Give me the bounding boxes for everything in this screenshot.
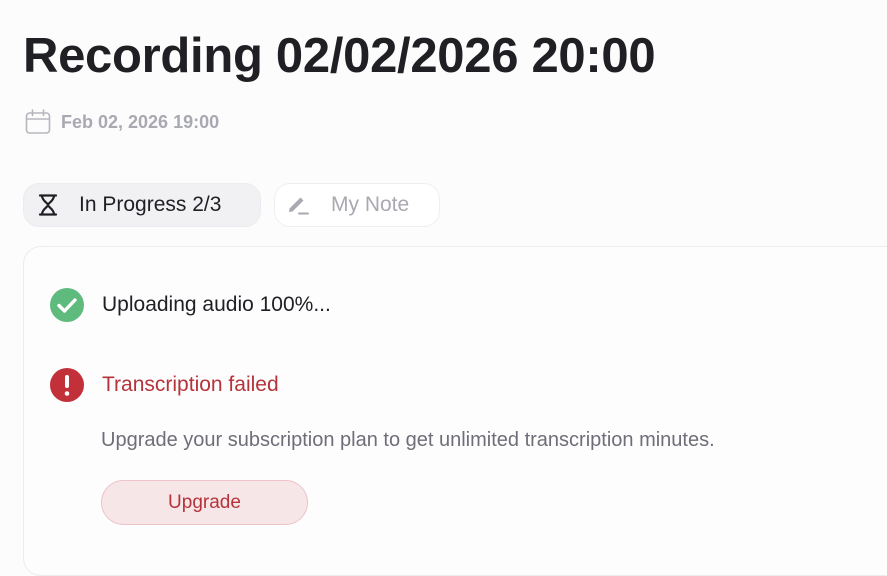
error-circle-icon <box>49 367 85 403</box>
tab-label: My Note <box>331 193 410 216</box>
upload-step: Uploading audio 100%... <box>49 287 331 323</box>
tab-label: In Progress 2/3 <box>79 193 222 216</box>
error-message: Upgrade your subscription plan to get un… <box>101 429 715 451</box>
hourglass-icon <box>36 193 60 217</box>
upgrade-button[interactable]: Upgrade <box>101 480 308 525</box>
calendar-icon <box>24 108 52 136</box>
page-title: Recording 02/02/2026 20:00 <box>23 29 656 83</box>
tab-bar: In Progress 2/3 My Note <box>23 183 440 227</box>
progress-panel: Uploading audio 100%... Transcription fa… <box>23 246 887 576</box>
recording-date: Feb 02, 2026 19:00 <box>61 111 220 132</box>
transcription-step: Transcription failed <box>49 367 279 403</box>
tab-in-progress[interactable]: In Progress 2/3 <box>23 183 261 227</box>
check-circle-icon <box>49 287 85 323</box>
recording-date-row: Feb 02, 2026 19:00 <box>24 106 219 138</box>
recording-page: Recording 02/02/2026 20:00 Feb 02, 2026 … <box>0 0 887 576</box>
transcription-status-label: Transcription failed <box>102 373 279 396</box>
upload-status-label: Uploading audio 100%... <box>102 293 331 316</box>
pencil-icon <box>286 193 310 217</box>
tab-my-note[interactable]: My Note <box>274 183 440 227</box>
